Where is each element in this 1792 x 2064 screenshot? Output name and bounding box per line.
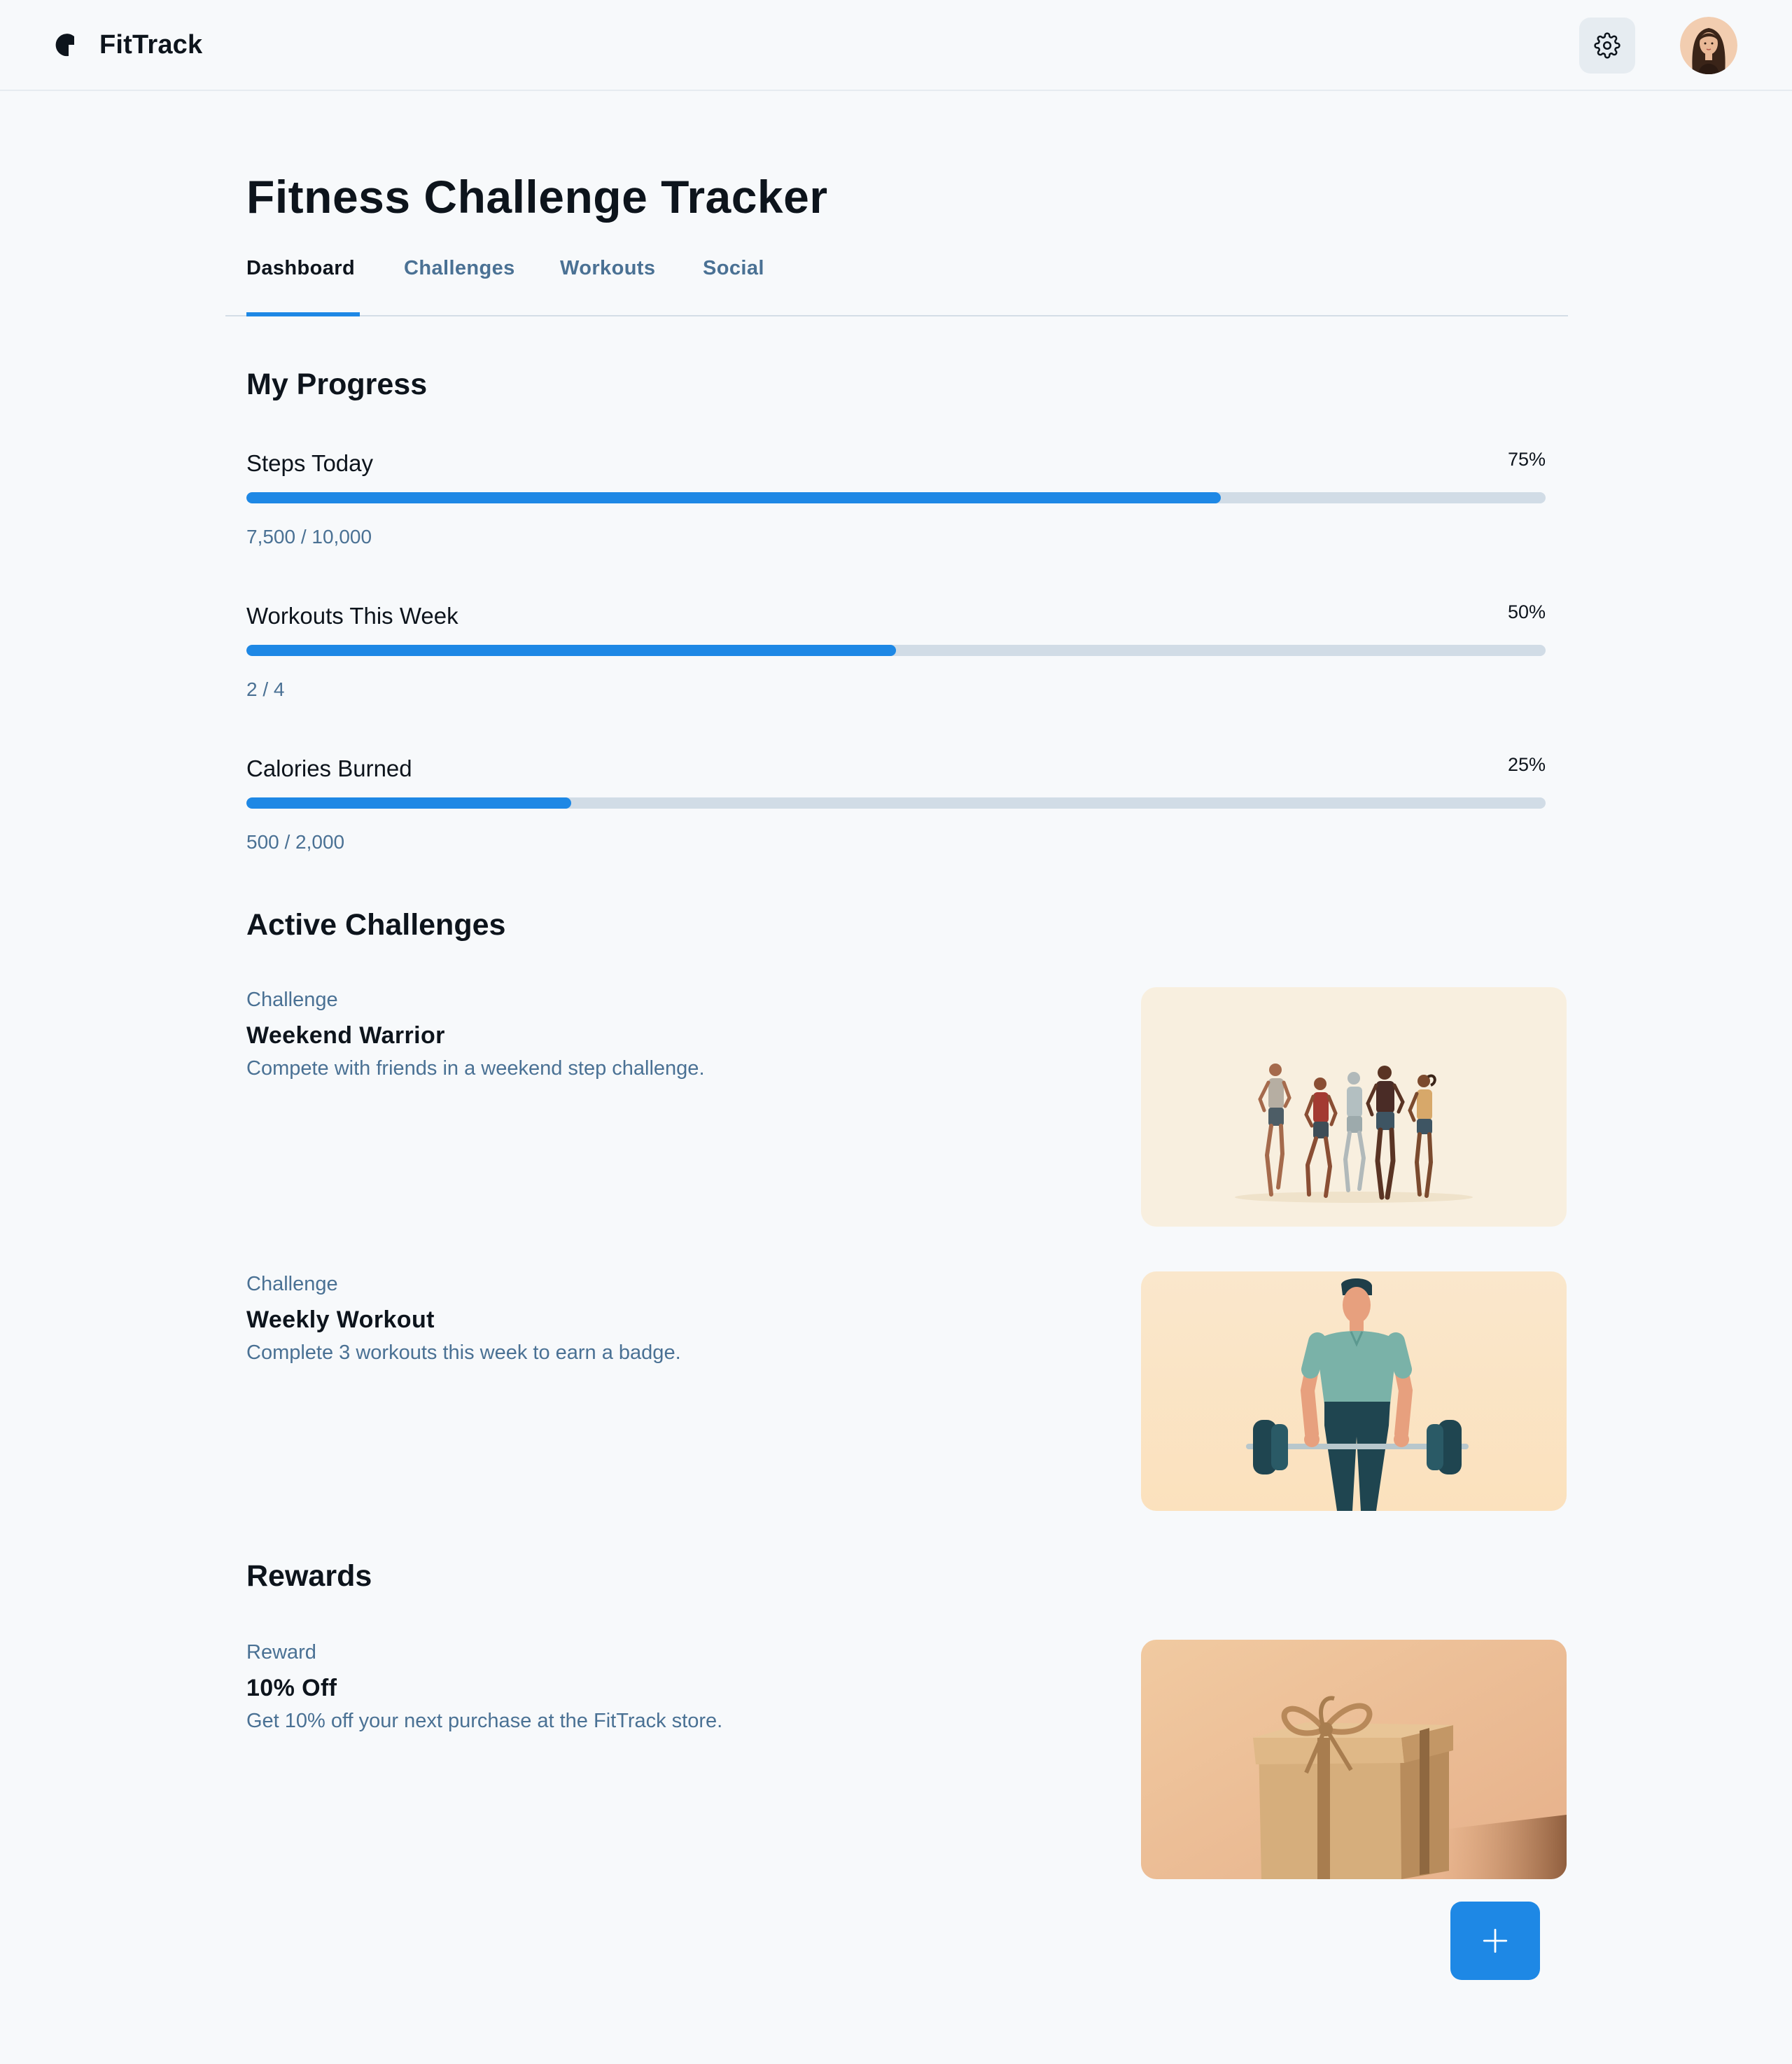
settings-button[interactable]	[1579, 18, 1635, 74]
add-button[interactable]	[1450, 1902, 1540, 1980]
card-kicker: Challenge	[246, 1273, 338, 1295]
progress-label: Steps Today	[246, 450, 374, 476]
page-title: Fitness Challenge Tracker	[246, 171, 828, 223]
plus-icon	[1483, 1928, 1508, 1953]
tab-social[interactable]: Social	[703, 252, 764, 316]
card-title: Weekend Warrior	[246, 1022, 445, 1049]
card-kicker: Challenge	[246, 989, 338, 1011]
gear-icon	[1594, 32, 1620, 59]
user-avatar[interactable]	[1680, 17, 1737, 74]
reward-card-10-off[interactable]: Reward 10% Off Get 10% off your next pur…	[246, 1640, 1567, 1879]
progress-detail: 500 / 2,000	[246, 831, 345, 853]
group-runners-illustration	[1141, 987, 1567, 1227]
weightlifter-illustration	[1141, 1271, 1567, 1511]
progress-fill	[246, 492, 1221, 503]
fittrack-logo-icon	[55, 34, 74, 57]
tab-dashboard[interactable]: Dashboard	[246, 252, 360, 316]
progress-label: Workouts This Week	[246, 603, 458, 629]
app-name: FitTrack	[99, 29, 203, 60]
challenge-card-weekly-workout[interactable]: Challenge Weekly Workout Complete 3 work…	[246, 1271, 1567, 1511]
card-kicker: Reward	[246, 1641, 316, 1664]
top-navigation-bar: FitTrack	[0, 0, 1792, 91]
progress-fill	[246, 645, 896, 656]
challenges-section-title: Active Challenges	[246, 908, 506, 942]
progress-section-title: My Progress	[246, 368, 428, 401]
progress-fill	[246, 797, 571, 809]
progress-detail: 7,500 / 10,000	[246, 526, 372, 548]
progress-bar	[246, 797, 1546, 809]
card-title: Weekly Workout	[246, 1306, 435, 1333]
brand[interactable]: FitTrack	[53, 27, 202, 63]
progress-percent: 75%	[1507, 449, 1546, 470]
tab-workouts[interactable]: Workouts	[560, 252, 655, 316]
progress-percent: 50%	[1507, 601, 1546, 622]
challenge-card-weekend-warrior[interactable]: Challenge Weekend Warrior Compete with f…	[246, 987, 1567, 1227]
gift-box-photo	[1141, 1640, 1567, 1879]
tab-bar: Dashboard Challenges Workouts Social	[225, 252, 1568, 316]
rewards-section-title: Rewards	[246, 1559, 372, 1593]
card-description: Get 10% off your next purchase at the Fi…	[246, 1710, 723, 1732]
card-description: Complete 3 workouts this week to earn a …	[246, 1341, 681, 1364]
card-title: 10% Off	[246, 1675, 337, 1701]
progress-bar	[246, 492, 1546, 503]
progress-bar	[246, 645, 1546, 656]
tab-challenges[interactable]: Challenges	[404, 252, 515, 316]
progress-detail: 2 / 4	[246, 678, 285, 700]
progress-percent: 25%	[1507, 754, 1546, 775]
card-description: Compete with friends in a weekend step c…	[246, 1057, 705, 1080]
progress-label: Calories Burned	[246, 755, 412, 781]
avatar-portrait-image	[1680, 17, 1737, 74]
